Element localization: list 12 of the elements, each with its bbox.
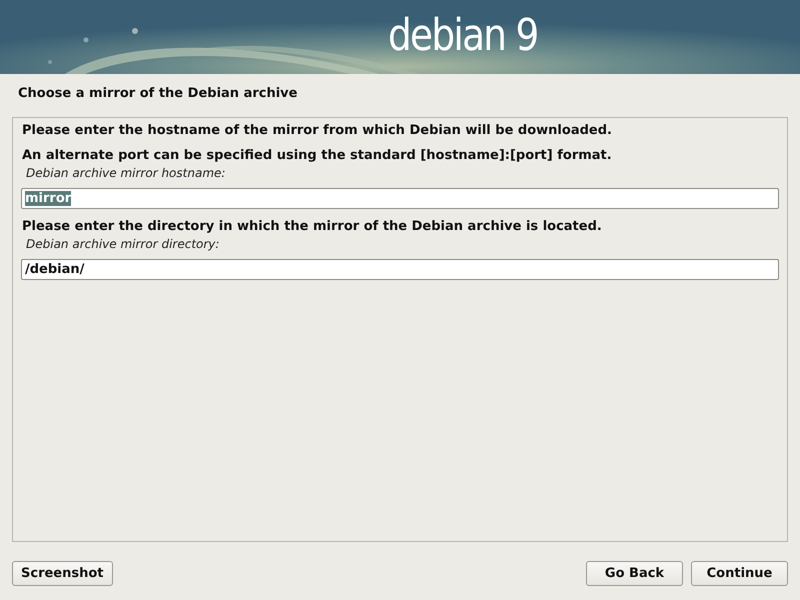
page-title: Choose a mirror of the Debian archive: [17, 85, 298, 103]
description-text: Please enter the hostname of the mirror from which Debian will be downloaded.: [22, 123, 613, 138]
field-label: Debian archive mirror hostname:: [26, 166, 226, 180]
description-text: An alternate port can be specified using the standard [hostname]:[port] format.: [22, 148, 613, 163]
input-field[interactable]: mirror: [21, 188, 779, 209]
description-text: Please enter the directory in which the mirror of the Debian archive is located.: [22, 219, 603, 234]
input-field[interactable]: /debian/: [21, 259, 779, 280]
logo-text: debian 9: [388, 9, 538, 63]
continue-button[interactable]: Continue: [691, 561, 788, 586]
screenshot-button[interactable]: Screenshot: [12, 561, 113, 586]
field-label: Debian archive mirror directory:: [26, 237, 220, 251]
back-button[interactable]: Go Back: [586, 561, 683, 586]
